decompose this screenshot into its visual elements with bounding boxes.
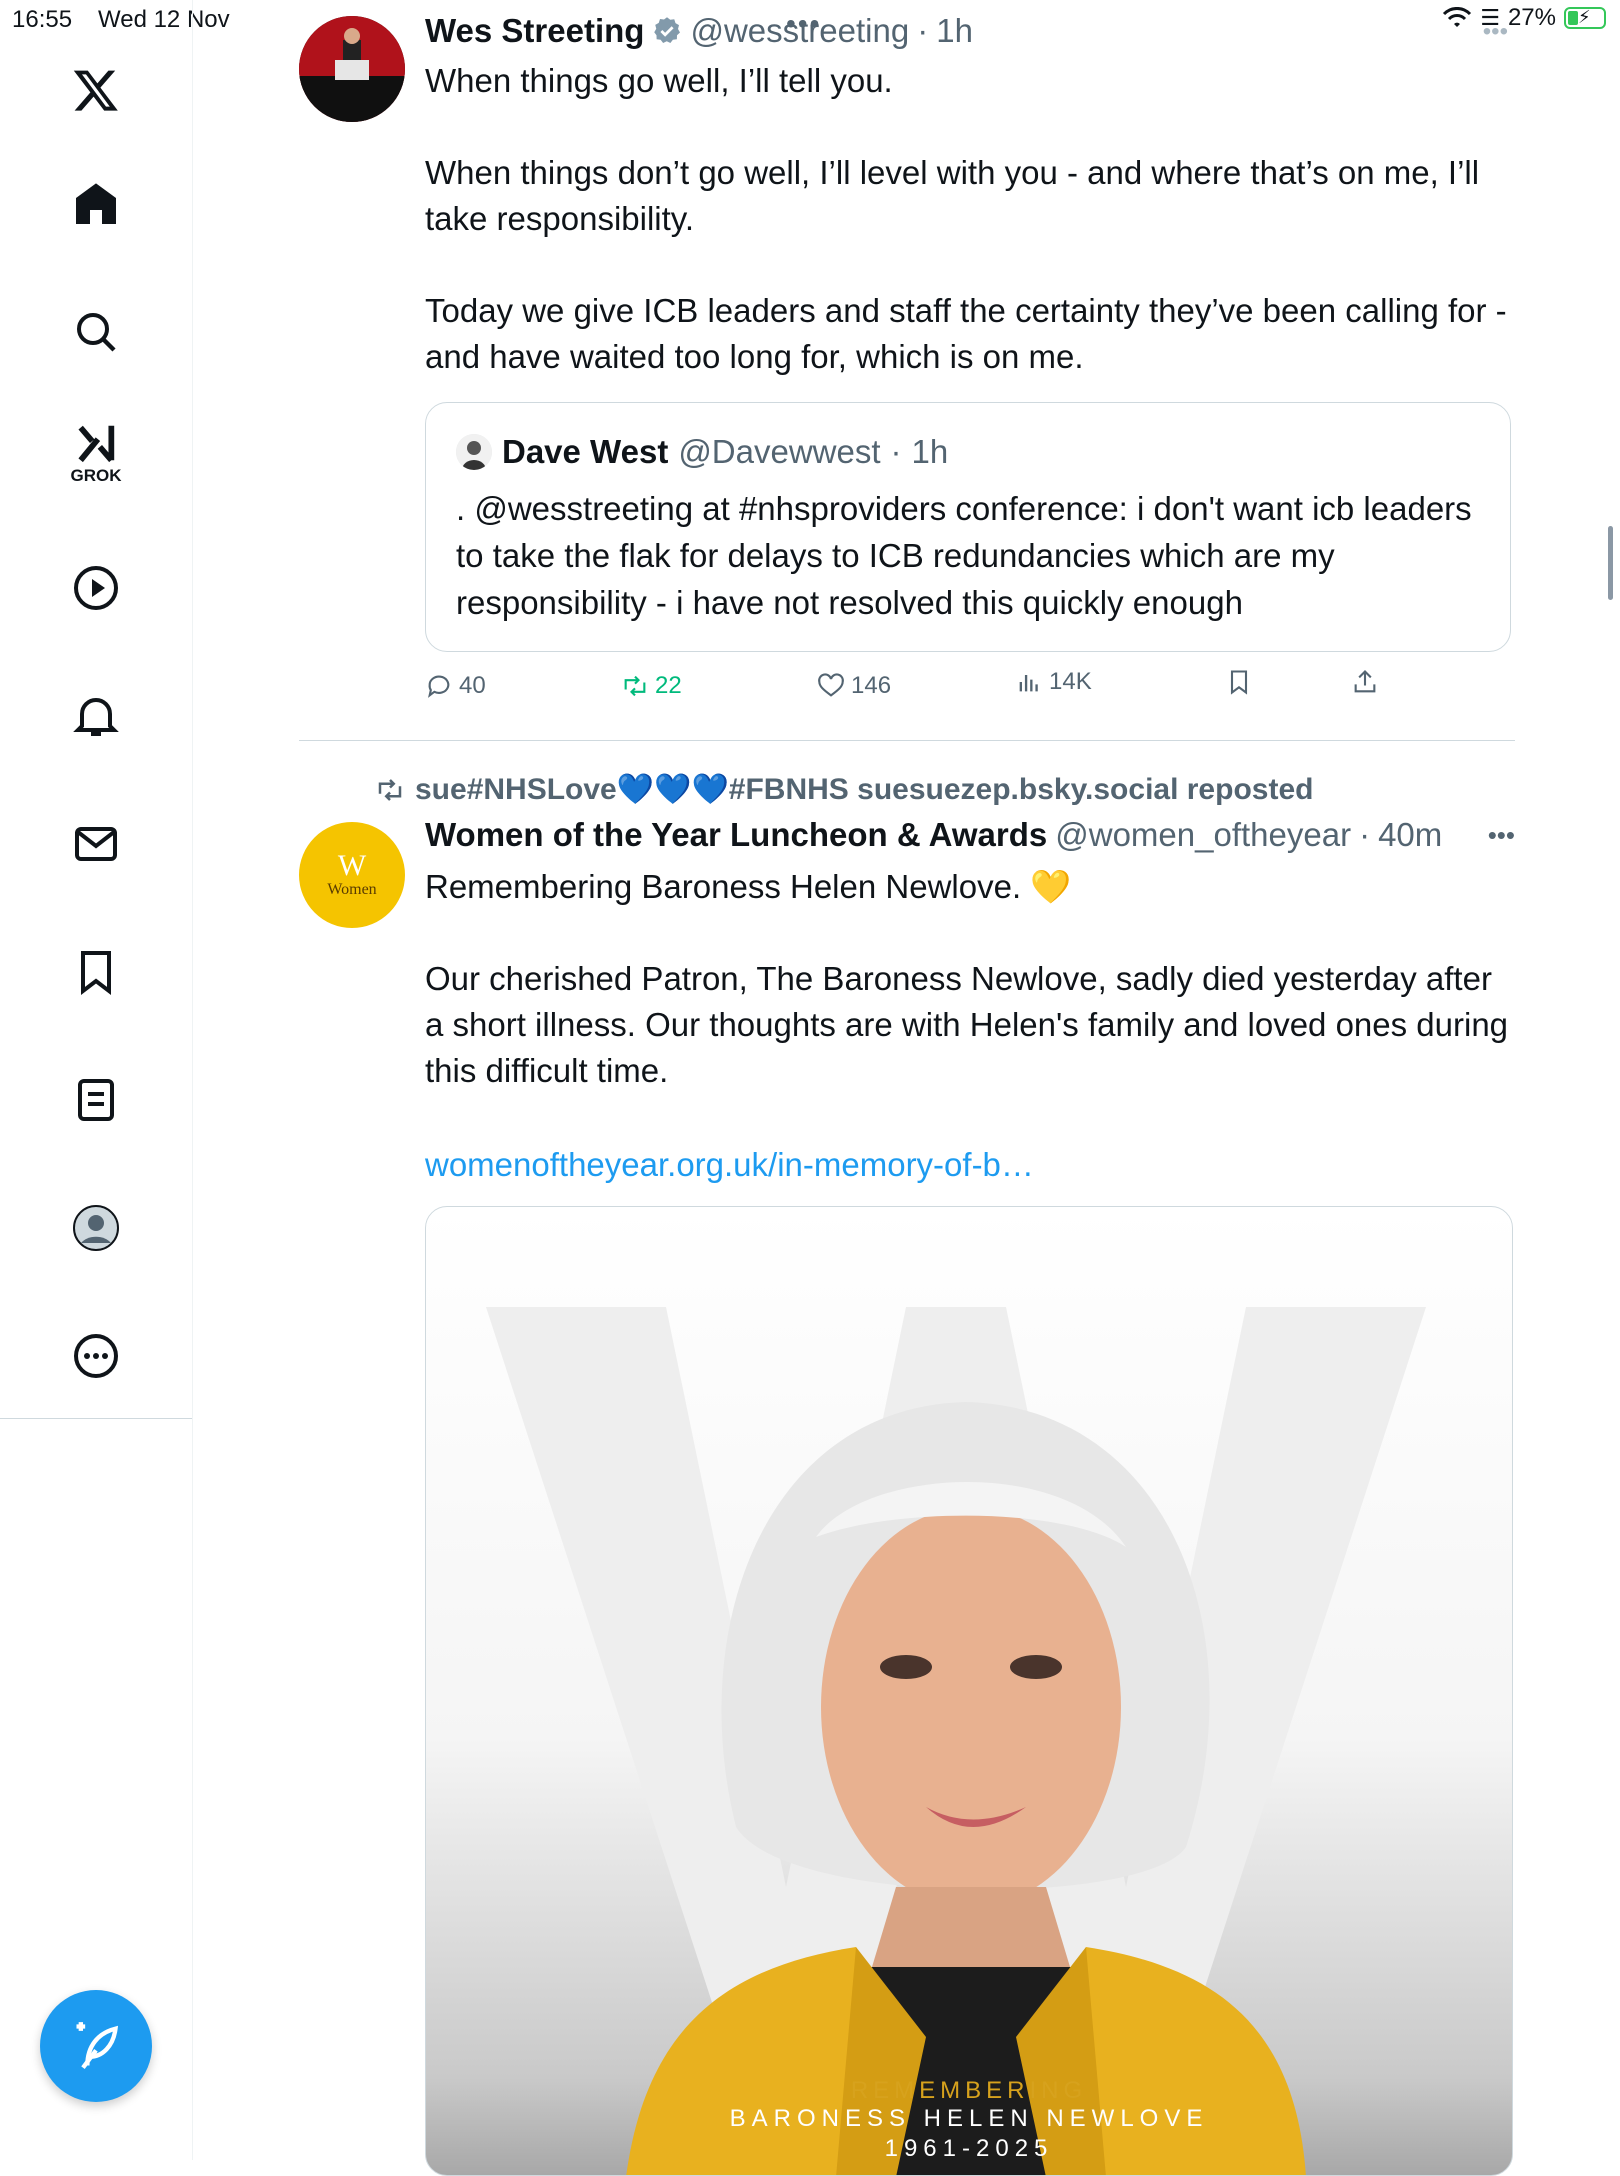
avatar-text: Women [327, 881, 377, 898]
sidebar: GROK [0, 0, 193, 2160]
profile-icon[interactable] [64, 1196, 128, 1260]
post1-time-separator: · [917, 12, 929, 49]
reply-count: 40 [459, 672, 486, 699]
post2-time[interactable]: 40m [1378, 816, 1442, 854]
more-options-icon[interactable]: ••• [1488, 820, 1515, 851]
media-caption-name: BARONESS HELEN NEWLOVE [729, 2105, 1209, 2132]
charging-bolt-icon: ⚡ [1578, 7, 1591, 27]
grok-label: GROK [70, 466, 122, 485]
scrollbar[interactable] [1608, 526, 1613, 600]
wes-streeting-avatar[interactable] [299, 16, 405, 122]
views-button[interactable]: 14K [1015, 668, 1092, 696]
lists-icon[interactable] [64, 1068, 128, 1132]
notifications-icon[interactable] [64, 684, 128, 748]
compose-button[interactable] [40, 1990, 152, 2102]
repost-icon [378, 778, 402, 801]
quote-time-separator: · [890, 433, 902, 470]
post1-text: When things go well, I’ll tell you. When… [425, 62, 1507, 375]
like-button[interactable]: 146 [817, 672, 891, 700]
bookmark-icon [1230, 670, 1248, 695]
sidebar-divider [0, 1418, 192, 1419]
battery-icon: ⚡ [1564, 7, 1606, 29]
portrait-illustration [486, 1307, 1426, 2175]
post2-author[interactable]: Women of the Year Luncheon & Awards [425, 816, 1047, 854]
post-divider [299, 740, 1515, 741]
repost-attribution-text: sue#NHSLove💙💙💙#FBNHS suesuezep.bsky.soci… [415, 773, 1314, 806]
quote-header: Dave West @Davewwest · 1h [456, 433, 948, 471]
post1-handle[interactable]: @wesstreeting [690, 12, 909, 50]
post2-text: Remembering Baroness Helen Newlove. 💛 Ou… [425, 868, 1509, 1089]
post1-header: Wes Streeting @wesstreeting · 1h [425, 12, 973, 50]
post2-time-separator: · [1359, 816, 1371, 853]
verified-badge-icon [654, 17, 681, 43]
post2-media-image[interactable]: REMEMBERING BARONESS HELEN NEWLOVE 1961-… [425, 1206, 1513, 2176]
post2-header: Women of the Year Luncheon & Awards @wom… [425, 816, 1515, 854]
battery-fill [1568, 11, 1579, 25]
repost-attribution[interactable]: sue#NHSLove💙💙💙#FBNHS suesuezep.bsky.soci… [375, 772, 1313, 807]
home-icon[interactable] [64, 172, 128, 236]
heart-icon [818, 673, 844, 697]
more-icon[interactable] [64, 1324, 128, 1388]
search-icon[interactable] [64, 300, 128, 364]
quoted-post[interactable]: Dave West @Davewwest · 1h . @wesstreetin… [425, 402, 1511, 652]
media-caption-remembering: REMEMBERING [850, 2077, 1088, 2104]
video-icon[interactable] [64, 556, 128, 620]
quote-text: . @wesstreeting at #nhsproviders confere… [456, 490, 1472, 621]
bookmarks-icon[interactable] [64, 940, 128, 1004]
compose-icon [76, 2022, 119, 2069]
grok-icon[interactable]: GROK [64, 420, 128, 500]
battery-percent: 27% [1507, 4, 1556, 31]
media-caption-years: 1961-2025 [884, 2135, 1054, 2162]
share-button[interactable] [1351, 668, 1379, 696]
post1-action-bar: 40 22 146 14K [425, 668, 1425, 716]
dave-west-avatar [456, 434, 492, 470]
reply-icon [428, 675, 450, 698]
post1-time[interactable]: 1h [936, 12, 973, 50]
like-count: 146 [851, 672, 892, 699]
x-logo-icon[interactable] [64, 58, 128, 122]
avatar-letter: W [337, 849, 367, 882]
quote-handle[interactable]: @Davewwest [678, 433, 880, 471]
views-count: 14K [1049, 668, 1092, 695]
timeline: Wes Streeting @wesstreeting · 1h When th… [193, 0, 1515, 2176]
repost-count: 22 [655, 672, 682, 699]
repost-button[interactable]: 22 [621, 672, 682, 700]
bookmark-button[interactable] [1225, 668, 1253, 696]
quote-time[interactable]: 1h [912, 433, 949, 471]
reply-button[interactable]: 40 [425, 672, 486, 700]
quote-author[interactable]: Dave West [502, 433, 668, 471]
post1-author[interactable]: Wes Streeting [425, 12, 644, 50]
post2-link[interactable]: womenoftheyear.org.uk/in-memory-of-b… [425, 1142, 1515, 1188]
repost-icon [624, 675, 646, 697]
post2-handle[interactable]: @women_oftheyear [1055, 816, 1351, 854]
women-of-the-year-avatar[interactable]: W Women [299, 822, 405, 928]
views-icon [1019, 675, 1038, 692]
share-icon [1354, 670, 1376, 693]
messages-icon[interactable] [64, 812, 128, 876]
